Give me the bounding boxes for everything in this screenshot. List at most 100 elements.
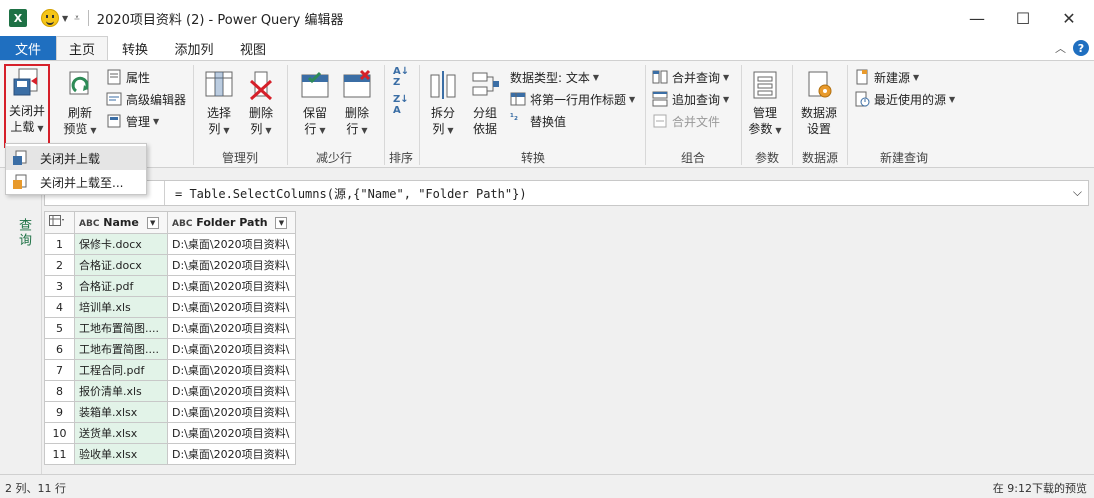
name-cell[interactable]: 保修卡.docx [74,233,168,255]
table-row[interactable]: 10 送货单.xlsx D:\桌面\2020项目资料\ [44,422,296,444]
table-row[interactable]: 8 报价清单.xls D:\桌面\2020项目资料\ [44,380,296,402]
column-filter-icon[interactable]: ▼ [146,217,159,229]
column-header-folder-path[interactable]: ABC Folder Path ▼ [167,211,296,234]
group-separator [419,65,420,165]
folder-path-cell[interactable]: D:\桌面\2020项目资料\ [167,338,296,360]
tab-file[interactable]: 文件 [0,36,56,60]
table-row[interactable]: 3 合格证.pdf D:\桌面\2020项目资料\ [44,275,296,297]
recent-sources-button[interactable]: 最近使用的源 ▼ [854,89,955,109]
manage-parameters-icon [753,71,777,99]
window-title: 2020项目资料 (2) - Power Query 编辑器 [96,12,344,28]
properties-button[interactable]: 属性 [106,67,150,87]
sort-ascending-button[interactable]: A↓ Z [393,66,409,88]
name-cell[interactable]: 装箱单.xlsx [74,401,168,423]
formula-bar[interactable]: = Table.SelectColumns(源,{"Name", "Folder… [44,180,1089,206]
folder-path-cell[interactable]: D:\桌面\2020项目资料\ [167,296,296,318]
folder-path-cell[interactable]: D:\桌面\2020项目资料\ [167,443,296,465]
data-type-dropdown[interactable]: 数据类型: 文本 ▼ [510,67,599,87]
folder-path-cell[interactable]: D:\桌面\2020项目资料\ [167,422,296,444]
data-source-settings-button[interactable]: 数据源 设置 [797,69,841,137]
name-cell[interactable]: 验收单.xlsx [74,443,168,465]
row-number-cell[interactable]: 10 [44,422,75,444]
tab-transform[interactable]: 转换 [112,36,158,60]
expand-formula-icon[interactable]: ⌵ [1073,185,1082,200]
text-type-icon[interactable]: ABC [79,219,99,229]
advanced-editor-button[interactable]: 高级编辑器 [106,89,186,109]
folder-path-cell[interactable]: D:\桌面\2020项目资料\ [167,254,296,276]
name-cell[interactable]: 送货单.xlsx [74,422,168,444]
row-number-cell[interactable]: 6 [44,338,75,360]
row-number-cell[interactable]: 5 [44,317,75,339]
menu-item-close-and-load[interactable]: 关闭并上载 [6,146,146,170]
queries-pane[interactable]: 查询 [0,168,42,474]
table-row[interactable]: 2 合格证.docx D:\桌面\2020项目资料\ [44,254,296,276]
folder-path-cell[interactable]: D:\桌面\2020项目资料\ [167,317,296,339]
column-filter-icon[interactable]: ▼ [275,217,288,229]
smiley-dropdown-icon[interactable]: ▼ [62,14,68,23]
replace-values-button[interactable]: ¹₂ 替换值 [510,111,566,131]
name-cell[interactable]: 培训单.xls [74,296,168,318]
folder-path-cell[interactable]: D:\桌面\2020项目资料\ [167,275,296,297]
row-number-cell[interactable]: 9 [44,401,75,423]
folder-path-cell[interactable]: D:\桌面\2020项目资料\ [167,380,296,402]
remove-rows-button[interactable]: 删除 行 ▼ [338,69,376,139]
tab-view[interactable]: 视图 [230,36,276,60]
close-icon[interactable]: ✕ [1046,0,1092,36]
folder-path-cell[interactable]: D:\桌面\2020项目资料\ [167,233,296,255]
name-cell[interactable]: 工程合同.pdf [74,359,168,381]
name-cell[interactable]: 合格证.docx [74,254,168,276]
name-cell[interactable]: 工地布置简图.... [74,338,168,360]
use-first-row-as-headers-button[interactable]: 将第一行用作标题 ▼ [510,89,635,109]
new-source-button[interactable]: 新建源 ▼ [854,67,919,87]
collapse-ribbon-icon[interactable]: ︿ [1055,40,1066,56]
manage-button[interactable]: 管理 ▼ [106,111,159,131]
row-number-cell[interactable]: 4 [44,296,75,318]
smiley-feedback-icon[interactable] [41,9,59,27]
group-by-button[interactable]: 分组 依据 [466,69,504,137]
table-row[interactable]: 1 保修卡.docx D:\桌面\2020项目资料\ [44,233,296,255]
column-header-name[interactable]: ABC Name ▼ [74,211,168,234]
row-number-cell[interactable]: 8 [44,380,75,402]
table-corner-menu[interactable] [44,211,75,234]
table-row[interactable]: 4 培训单.xls D:\桌面\2020项目资料\ [44,296,296,318]
manage-parameters-button[interactable]: 管理 参数 ▼ [746,69,784,139]
folder-path-cell[interactable]: D:\桌面\2020项目资料\ [167,359,296,381]
customize-quick-access-icon[interactable]: ⩡ [74,13,80,24]
table-row[interactable]: 5 工地布置简图.... D:\桌面\2020项目资料\ [44,317,296,339]
table-row[interactable]: 7 工程合同.pdf D:\桌面\2020项目资料\ [44,359,296,381]
row-number-cell[interactable]: 3 [44,275,75,297]
row-number-cell[interactable]: 2 [44,254,75,276]
close-load-highlight [4,64,50,148]
name-cell[interactable]: 合格证.pdf [74,275,168,297]
keep-rows-button[interactable]: 保留 行 ▼ [296,69,334,139]
tab-add-column[interactable]: 添加列 [166,36,222,60]
remove-columns-button[interactable]: 删除 列 ▼ [242,69,280,139]
row-number-cell[interactable]: 11 [44,443,75,465]
merge-queries-button[interactable]: 合并查询 ▼ [652,67,729,87]
folder-path-cell[interactable]: D:\桌面\2020项目资料\ [167,401,296,423]
menu-item-close-and-load-to[interactable]: 关闭并上载至... [6,170,146,194]
choose-columns-button[interactable]: 选择 列 ▼ [200,69,238,139]
table-header-icon [510,92,526,106]
combine-files-button[interactable]: 合并文件 [652,111,720,131]
close-and-load-to-icon [13,174,27,189]
title-bar: X ▼ ⩡ 2020项目资料 (2) - Power Query 编辑器 — ☐… [0,0,1094,36]
split-column-button[interactable]: 拆分 列 ▼ [424,69,462,139]
name-cell[interactable]: 报价清单.xls [74,380,168,402]
row-number-cell[interactable]: 1 [44,233,75,255]
row-number-cell[interactable]: 7 [44,359,75,381]
table-menu-icon [49,215,64,226]
text-type-icon[interactable]: ABC [172,219,192,229]
formula-text[interactable]: = Table.SelectColumns(源,{"Name", "Folder… [175,185,527,202]
tab-home[interactable]: 主页 [56,36,108,60]
table-row[interactable]: 6 工地布置简图.... D:\桌面\2020项目资料\ [44,338,296,360]
sort-descending-button[interactable]: Z↓ A [393,94,409,116]
name-cell[interactable]: 工地布置简图.... [74,317,168,339]
append-queries-button[interactable]: 追加查询 ▼ [652,89,729,109]
help-icon[interactable]: ? [1073,40,1089,56]
table-row[interactable]: 11 验收单.xlsx D:\桌面\2020项目资料\ [44,443,296,465]
minimize-icon[interactable]: — [954,0,1000,36]
refresh-preview-button[interactable]: 刷新 预览 ▼ [58,69,102,139]
table-row[interactable]: 9 装箱单.xlsx D:\桌面\2020项目资料\ [44,401,296,423]
maximize-icon[interactable]: ☐ [1000,0,1046,36]
